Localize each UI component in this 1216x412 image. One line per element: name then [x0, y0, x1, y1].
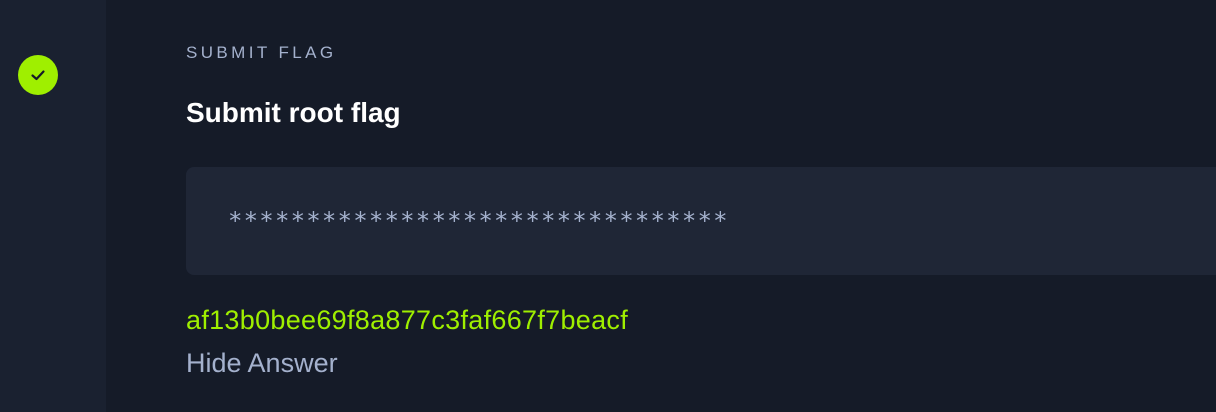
- question-title: Submit root flag: [186, 97, 401, 128]
- left-rail: [0, 0, 106, 412]
- check-icon: [31, 70, 45, 81]
- hide-answer-link[interactable]: Hide Answer: [186, 348, 338, 379]
- flag-input[interactable]: [186, 167, 1216, 275]
- submit-flag-panel: SUBMIT FLAG Submit root flag af13b0bee69…: [106, 0, 1216, 412]
- section-label: SUBMIT FLAG: [186, 43, 337, 62]
- completed-status-badge: [18, 55, 58, 95]
- answer-text: af13b0bee69f8a877c3faf667f7beacf: [186, 305, 628, 335]
